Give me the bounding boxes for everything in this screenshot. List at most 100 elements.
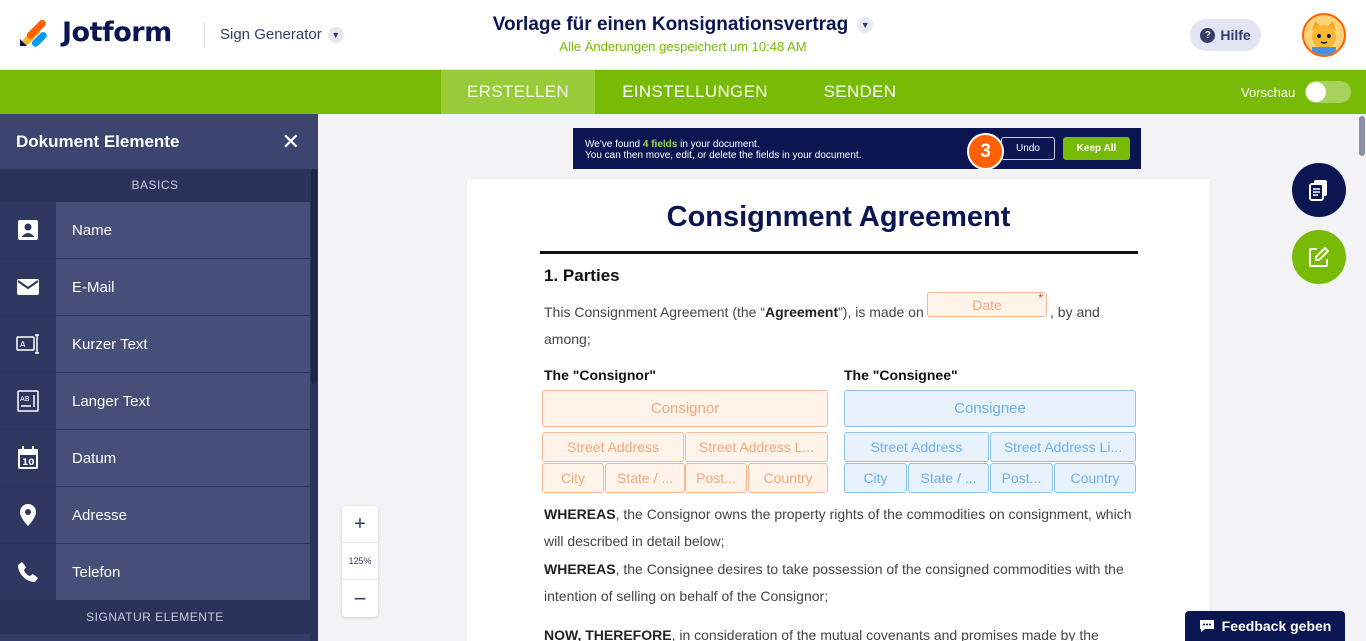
step-badge: 3	[967, 133, 1004, 170]
zoom-in-button[interactable]: +	[342, 506, 378, 543]
tab-senden[interactable]: SENDEN	[795, 70, 925, 114]
whereas-text: , the Consignee desires to take possessi…	[615, 561, 1124, 577]
sidebar-item-address[interactable]: Adresse	[0, 487, 310, 544]
date-field[interactable]: Date *	[927, 291, 1047, 317]
help-label: Hilfe	[1220, 27, 1251, 43]
tab-einstellungen[interactable]: EINSTELLUNGEN	[595, 70, 795, 114]
feedback-label: Feedback geben	[1221, 618, 1332, 634]
sidebar-item-label: E-Mail	[56, 259, 310, 315]
consignor-street2-field[interactable]: Street Address L...	[685, 432, 828, 462]
document-heading: Consignment Agreement	[666, 201, 1011, 233]
date-field-label: Date	[972, 296, 1002, 313]
canvas-scrollbar[interactable]	[1358, 114, 1366, 641]
consignor-country-field[interactable]: Country	[748, 463, 828, 493]
document-pages-button[interactable]	[1292, 163, 1346, 217]
keep-all-button[interactable]: Keep All	[1063, 137, 1130, 160]
sidebar-item-long-text[interactable]: AB Langer Text	[0, 373, 310, 430]
whereas-1: WHEREAS, the Consignor owns the property…	[544, 501, 1132, 528]
consignee-state-field[interactable]: State / ...	[908, 463, 989, 493]
consignee-postal-field[interactable]: Post...	[990, 463, 1053, 493]
top-header: Jotform Sign Generator ▼ Vorlage für ein…	[0, 0, 1366, 70]
preview-label: Vorschau	[1241, 85, 1296, 100]
whereas-1-line-2: will described in detail below;	[544, 533, 725, 549]
whereas-bold: WHEREAS	[544, 506, 616, 522]
save-status: Alle Änderungen gespeichert um 10:48 AM	[559, 39, 807, 54]
sidebar-item-short-text[interactable]: A Kurzer Text	[0, 316, 310, 373]
tab-erstellen[interactable]: ERSTELLEN	[441, 70, 595, 114]
avatar[interactable]	[1302, 13, 1346, 57]
heading-rule	[540, 251, 1138, 254]
scrollbar-thumb[interactable]	[311, 169, 317, 384]
chat-bubble-icon	[1199, 620, 1214, 632]
consignor-street-field[interactable]: Street Address	[542, 432, 684, 462]
now-therefore: NOW, THEREFORE, in consideration of the …	[544, 622, 1099, 641]
banner-text: in your document.	[680, 139, 760, 150]
zoom-out-button[interactable]: −	[342, 580, 378, 617]
consignee-name-field[interactable]: Consignee	[844, 390, 1136, 427]
calendar-icon: 10	[0, 430, 56, 486]
document-elements-sidebar: Dokument Elemente ✕ BASICS Name E-Mail A…	[0, 114, 318, 641]
sidebar-header: Dokument Elemente ✕	[0, 114, 318, 169]
sidebar-title: Dokument Elemente	[16, 131, 180, 151]
whereas-2-line-2: intention of selling on behalf of the Co…	[544, 588, 829, 604]
chevron-down-icon[interactable]: ▼	[857, 17, 874, 33]
sidebar-item-name[interactable]: Name	[0, 202, 310, 259]
svg-text:10: 10	[22, 458, 35, 468]
envelope-icon	[0, 259, 56, 315]
person-card-icon	[0, 202, 56, 258]
sidebar-item-label: Telefon	[56, 544, 310, 600]
document-page: Consignment Agreement 1. Parties This Co…	[467, 179, 1210, 641]
help-button[interactable]: ? Hilfe	[1190, 19, 1261, 51]
consignor-city-field[interactable]: City	[542, 463, 604, 493]
document-canvas: We've found 4 fields in your document. Y…	[318, 114, 1366, 641]
banner-line-1: We've found 4 fields in your document.	[585, 139, 760, 150]
close-icon[interactable]: ✕	[282, 129, 300, 155]
sidebar-item-date[interactable]: 10 Datum	[0, 430, 310, 487]
sidebar-item-label: Datum	[56, 430, 310, 486]
zoom-level: 125%	[342, 543, 378, 580]
intro-tail: , by and	[1050, 304, 1100, 320]
undo-button[interactable]: Undo	[1001, 137, 1055, 160]
intro-text: ”), is made on	[838, 304, 924, 320]
phone-icon	[0, 544, 56, 600]
svg-text:A: A	[20, 340, 26, 349]
feedback-button[interactable]: Feedback geben	[1185, 611, 1345, 641]
consignor-name-field[interactable]: Consignor	[542, 390, 828, 427]
consignee-city-field[interactable]: City	[844, 463, 907, 493]
document-title[interactable]: Vorlage für einen Konsignationsvertrag ▼	[492, 14, 874, 36]
consignee-country-field[interactable]: Country	[1054, 463, 1136, 493]
whereas-bold: WHEREAS	[544, 561, 616, 577]
preview-toggle[interactable]	[1305, 81, 1351, 103]
now-text: , in consideration of the mutual covenan…	[671, 627, 1099, 641]
scrollbar-thumb[interactable]	[1359, 116, 1365, 156]
consignee-heading: The "Consignee"	[844, 367, 958, 383]
copy-document-icon	[1309, 180, 1327, 201]
section-basics: BASICS	[0, 169, 310, 202]
edit-document-button[interactable]	[1292, 230, 1346, 284]
intro-line-2: among;	[544, 331, 591, 347]
banner-highlight: 4 fields	[642, 139, 678, 150]
intro-text: This Consignment Agreement (the “	[544, 304, 765, 320]
section-signature-elements: SIGNATUR ELEMENTE	[0, 601, 310, 634]
sidebar-item-phone[interactable]: Telefon	[0, 544, 310, 601]
map-pin-icon	[0, 487, 56, 543]
avatar-cat-icon	[1304, 15, 1344, 55]
document-title-text: Vorlage für einen Konsignationsvertrag	[492, 14, 849, 35]
short-text-icon: A	[0, 316, 56, 372]
whereas-text: , the Consignor owns the property rights…	[615, 506, 1132, 522]
consignor-postal-field[interactable]: Post...	[685, 463, 747, 493]
consignee-street-field[interactable]: Street Address	[844, 432, 989, 462]
whereas-2: WHEREAS, the Consignee desires to take p…	[544, 556, 1124, 583]
fields-found-banner: We've found 4 fields in your document. Y…	[573, 128, 1141, 169]
consignee-street2-field[interactable]: Street Address Li...	[990, 432, 1136, 462]
required-marker: *	[1038, 291, 1043, 305]
sidebar-item-email[interactable]: E-Mail	[0, 259, 310, 316]
now-bold: NOW, THEREFORE	[544, 627, 672, 641]
sidebar-item-label: Name	[56, 202, 310, 258]
edit-icon	[1309, 246, 1330, 267]
consignor-state-field[interactable]: State / ...	[605, 463, 685, 493]
banner-text: We've found	[585, 139, 641, 150]
svg-text:AB: AB	[20, 395, 30, 403]
intro-bold: Agreement	[765, 304, 839, 320]
sidebar-scrollbar[interactable]	[310, 169, 318, 641]
